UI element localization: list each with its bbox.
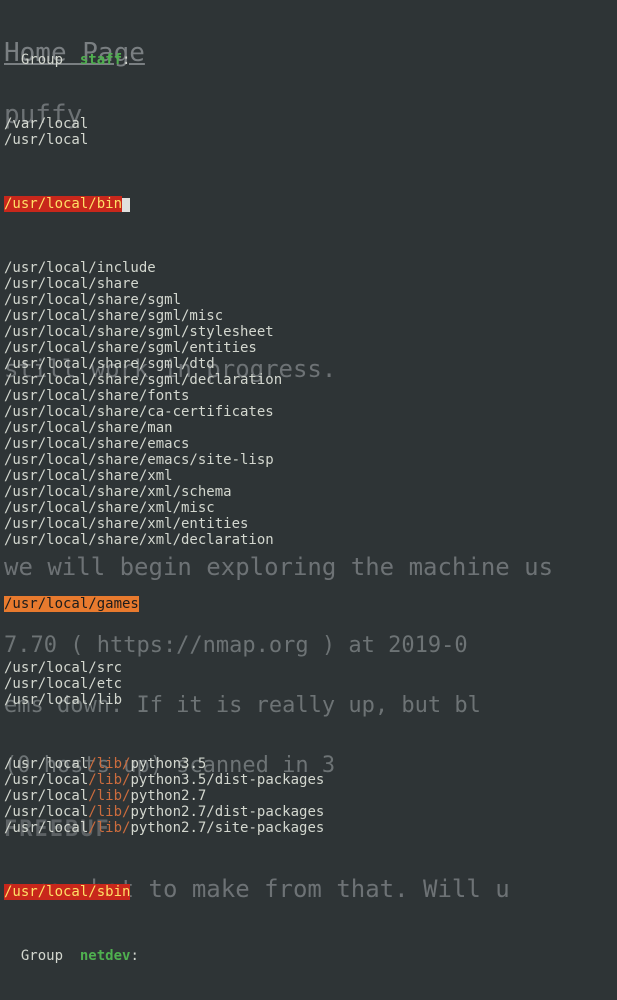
path-line: /usr/local/share/ca-certificates xyxy=(4,404,617,420)
path-line: /usr/local/etc xyxy=(4,676,617,692)
group-line-staff: Group staff: xyxy=(4,52,617,68)
path-line: /usr/local/share/sgml/dtd xyxy=(4,356,617,372)
highlight-sbin: /usr/local/sbin xyxy=(4,884,617,900)
group-name-staff: staff xyxy=(80,52,122,68)
path-line: /usr/local/share/sgml/declaration xyxy=(4,372,617,388)
path-line: /usr/local/lib xyxy=(4,692,617,708)
path-line: /usr/local/share/sgml/misc xyxy=(4,308,617,324)
path-line: /usr/local/share/xml/entities xyxy=(4,516,617,532)
colon: : xyxy=(122,52,130,68)
path-line: /usr/local/share/fonts xyxy=(4,388,617,404)
path-line: /usr/local xyxy=(4,132,617,148)
path-line-lib: /usr/local/lib/python2.7/site-packages xyxy=(4,820,617,836)
path-line-lib: /usr/local/lib/python2.7 xyxy=(4,788,617,804)
group-label: Group xyxy=(21,948,63,964)
path-usr-local-games: /usr/local/games xyxy=(4,596,139,612)
terminal-output[interactable]: Group staff: /var/local/usr/local /usr/l… xyxy=(0,0,617,1000)
path-line: /var/local xyxy=(4,116,617,132)
path-line: /usr/local/share/emacs xyxy=(4,436,617,452)
path-line: /usr/local/share/xml xyxy=(4,468,617,484)
path-line: /usr/local/src xyxy=(4,660,617,676)
path-line: /usr/local/share xyxy=(4,276,617,292)
group-line-netdev: Group netdev: xyxy=(4,948,617,964)
path-line: /usr/local/share/emacs/site-lisp xyxy=(4,452,617,468)
path-line: /usr/local/share/man xyxy=(4,420,617,436)
path-line: /usr/local/share/sgml/stylesheet xyxy=(4,324,617,340)
path-line: /usr/local/share/xml/declaration xyxy=(4,532,617,548)
path-line: /usr/local/share/sgml/entities xyxy=(4,340,617,356)
path-line-lib: /usr/local/lib/python3.5/dist-packages xyxy=(4,772,617,788)
highlight-games: /usr/local/games xyxy=(4,596,617,612)
path-line-lib: /usr/local/lib/python2.7/dist-packages xyxy=(4,804,617,820)
path-line-lib: /usr/local/lib/python3.5 xyxy=(4,756,617,772)
path-line: /usr/local/share/xml/schema xyxy=(4,484,617,500)
path-usr-local-bin: /usr/local/bin xyxy=(4,196,122,212)
group-name-netdev: netdev xyxy=(80,948,131,964)
path-line: /usr/local/share/xml/misc xyxy=(4,500,617,516)
path-line: /usr/local/share/sgml xyxy=(4,292,617,308)
colon: : xyxy=(130,948,138,964)
path-usr-local-sbin: /usr/local/sbin xyxy=(4,884,130,900)
group-label: Group xyxy=(21,52,63,68)
terminal-cursor xyxy=(122,198,130,212)
path-line: /usr/local/include xyxy=(4,260,617,276)
highlight-bin: /usr/local/bin xyxy=(4,196,617,212)
